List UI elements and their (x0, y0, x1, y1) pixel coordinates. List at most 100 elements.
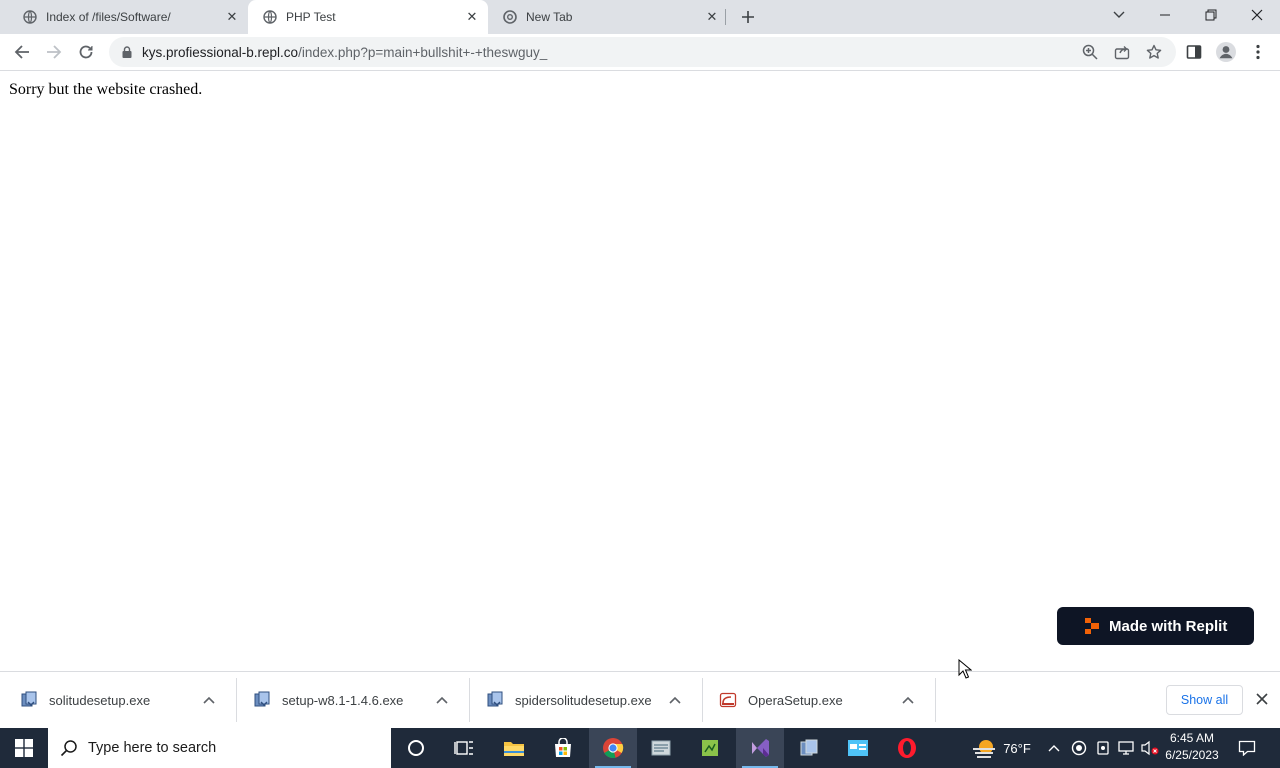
tab-title: New Tab (526, 10, 573, 24)
close-icon (1251, 9, 1263, 21)
tab-php-test[interactable]: PHP Test ✕ (248, 0, 488, 34)
download-item[interactable]: OperaSetup.exe (699, 678, 935, 722)
new-tab-button[interactable] (736, 5, 760, 29)
weather-icon[interactable] (968, 728, 1000, 768)
tab-title: Index of /files/Software/ (46, 10, 171, 24)
clock-time: 6:45 AM (1169, 731, 1215, 745)
url-text[interactable]: kys.profiessional-b.repl.co/index.php?p=… (142, 45, 547, 60)
bookmark-star-icon[interactable] (1143, 41, 1165, 63)
clock-date: 6/25/2023 (1165, 748, 1219, 762)
restore-icon (1205, 9, 1217, 21)
badge-label: Made with Replit (1109, 617, 1228, 635)
opera-button[interactable] (883, 728, 931, 768)
download-item[interactable]: setup-w8.1-1.4.6.exe (233, 678, 469, 722)
menu-button[interactable] (1244, 38, 1272, 66)
download-filename: OperaSetup.exe (748, 692, 843, 708)
network-icon[interactable] (1116, 728, 1138, 768)
control-panel-button[interactable] (834, 728, 882, 768)
task-view-button[interactable] (440, 728, 488, 768)
arrow-left-icon (14, 45, 29, 59)
lock-icon[interactable] (119, 44, 135, 60)
visual-studio-button[interactable] (736, 728, 784, 768)
tab-strip: Index of /files/Software/ ✕ PHP Test ✕ N… (0, 0, 1280, 34)
installer-icon (487, 691, 503, 707)
reload-button[interactable] (72, 38, 100, 66)
chevron-up-icon[interactable] (665, 696, 685, 704)
close-window-button[interactable] (1234, 0, 1280, 30)
close-icon[interactable]: ✕ (464, 9, 480, 25)
forward-button[interactable] (40, 38, 68, 66)
reload-icon (79, 45, 93, 59)
windows-taskbar: 76°F 6:45 AM 6/25/2023 (0, 728, 1280, 768)
chevron-down-icon (1113, 11, 1125, 18)
weather-temperature[interactable]: 76°F (1000, 728, 1034, 768)
store-icon (555, 738, 571, 757)
crash-message: Sorry but the website crashed. (9, 81, 203, 98)
mouse-cursor-icon (958, 659, 972, 679)
kebab-menu-icon (1256, 44, 1260, 60)
app-button[interactable] (686, 728, 734, 768)
file-explorer-button[interactable] (490, 728, 538, 768)
installer-taskbar-button[interactable] (785, 728, 833, 768)
minimize-button[interactable] (1142, 0, 1188, 30)
globe-icon (22, 9, 38, 25)
tab-index-of-files[interactable]: Index of /files/Software/ ✕ (8, 0, 248, 34)
download-item[interactable]: spidersolitudesetup.exe (466, 678, 702, 722)
tab-search-button[interactable] (1096, 0, 1142, 30)
volume-muted-icon[interactable] (1140, 728, 1160, 768)
system-clock[interactable]: 6:45 AM 6/25/2023 (1160, 730, 1224, 764)
download-filename: setup-w8.1-1.4.6.exe (282, 692, 404, 708)
chevron-up-icon[interactable] (432, 696, 452, 704)
download-item[interactable]: solitudesetup.exe (0, 678, 236, 722)
notification-icon (1238, 740, 1256, 756)
close-shelf-button[interactable] (1252, 689, 1272, 709)
share-icon[interactable] (1111, 41, 1133, 63)
show-all-button[interactable]: Show all (1166, 685, 1243, 715)
notification-center-button[interactable] (1232, 728, 1262, 768)
show-hidden-icons[interactable] (1044, 728, 1064, 768)
window-app-icon (848, 740, 868, 756)
profile-button[interactable] (1212, 38, 1240, 66)
replit-logo-icon (1085, 618, 1099, 634)
plus-icon (742, 11, 754, 23)
url-path: /index.php?p=main+bullshit+-+theswguy_ (298, 44, 548, 60)
globe-icon (262, 9, 278, 25)
device-icon[interactable] (1092, 728, 1114, 768)
chrome-icon (603, 738, 624, 759)
opera-installer-icon (719, 692, 737, 708)
app-button[interactable] (637, 728, 685, 768)
tab-new-tab[interactable]: New Tab ✕ (488, 0, 728, 34)
record-icon[interactable] (1068, 728, 1090, 768)
side-panel-button[interactable] (1180, 38, 1208, 66)
side-panel-icon (1186, 45, 1202, 59)
avatar-icon (1216, 42, 1236, 62)
restore-button[interactable] (1188, 0, 1234, 30)
taskbar-search[interactable] (48, 728, 391, 768)
search-icon (60, 740, 77, 757)
chrome-icon (502, 9, 518, 25)
download-filename: spidersolitudesetup.exe (515, 692, 652, 708)
back-button[interactable] (8, 38, 36, 66)
tab-divider (725, 9, 726, 25)
minimize-icon (1160, 14, 1170, 16)
divider (935, 678, 936, 722)
task-view-icon (454, 741, 473, 755)
chrome-taskbar-button[interactable] (589, 728, 637, 768)
chevron-up-icon[interactable] (199, 696, 219, 704)
chevron-up-icon (1048, 745, 1060, 752)
close-icon[interactable]: ✕ (704, 9, 720, 25)
cortana-button[interactable] (392, 728, 440, 768)
chevron-up-icon[interactable] (898, 696, 918, 704)
start-button[interactable] (0, 728, 48, 768)
close-icon[interactable]: ✕ (224, 9, 240, 25)
zoom-icon[interactable] (1079, 41, 1101, 63)
address-bar[interactable]: kys.profiessional-b.repl.co/index.php?p=… (109, 37, 1176, 67)
url-domain: kys.profiessional-b.repl.co (142, 44, 299, 60)
downloads-shelf: solitudesetup.exe setup-w8.1-1.4.6.exe s… (0, 671, 1280, 728)
search-input[interactable] (88, 740, 368, 756)
made-with-replit-badge[interactable]: Made with Replit (1057, 607, 1254, 645)
arrow-right-icon (47, 45, 62, 59)
tab-title: PHP Test (286, 10, 336, 24)
microsoft-store-button[interactable] (539, 728, 587, 768)
notes-app-icon (702, 740, 718, 756)
